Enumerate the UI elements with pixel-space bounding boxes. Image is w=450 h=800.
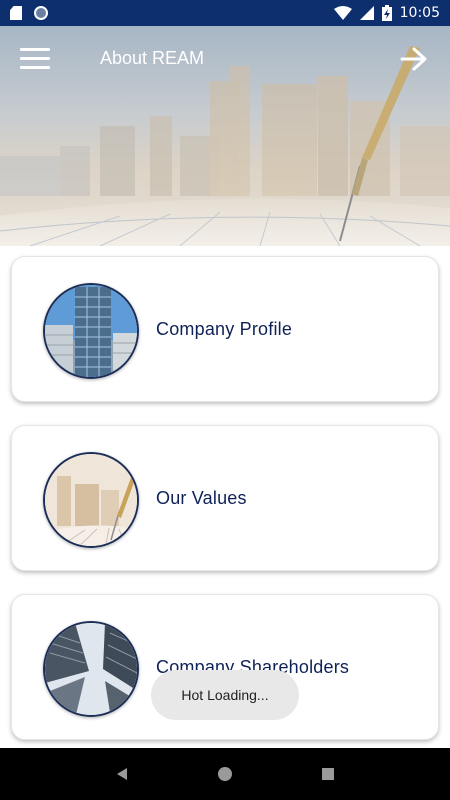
status-bar: 10:05: [0, 0, 450, 26]
dart-city-photo: [43, 452, 139, 548]
signal-icon: [359, 6, 374, 20]
back-icon[interactable]: [110, 762, 134, 786]
sd-card-icon: [10, 6, 22, 20]
card-our-values[interactable]: Our Values: [11, 425, 439, 571]
wifi-icon: [333, 6, 352, 20]
recents-icon[interactable]: [316, 762, 340, 786]
card-company-profile[interactable]: Company Profile: [11, 256, 439, 402]
toast-message: Hot Loading...: [151, 670, 299, 720]
app-toolbar: About REAM: [0, 26, 450, 92]
card-label: Company Profile: [156, 319, 293, 339]
header-banner: About REAM: [0, 26, 450, 246]
hamburger-menu-icon[interactable]: [20, 48, 50, 70]
home-icon[interactable]: [213, 762, 237, 786]
battery-charging-icon: [381, 5, 392, 21]
page-title: About REAM: [100, 48, 205, 68]
system-nav-bar: [0, 748, 450, 800]
status-time: 10:05: [399, 5, 440, 21]
notification-icon: [34, 6, 48, 20]
arrow-right-icon[interactable]: [400, 46, 428, 72]
office-building-photo: [43, 283, 139, 379]
skyscrapers-photo: [43, 621, 139, 717]
card-label: Our Values: [156, 488, 247, 508]
